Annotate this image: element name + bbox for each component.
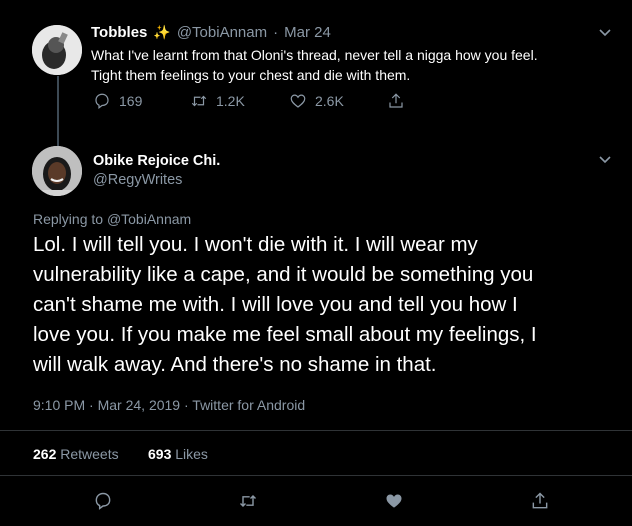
- tweet-text-line: will walk away. And there's no shame in …: [33, 353, 437, 376]
- tweet-time[interactable]: 9:10 PM: [33, 397, 85, 413]
- share-icon: [389, 93, 403, 108]
- retweet-icon: [239, 494, 257, 508]
- retweets-stat[interactable]: 262 Retweets: [33, 446, 119, 462]
- likes-count: 693: [148, 446, 172, 462]
- divider: [0, 475, 632, 476]
- sparkles-icon: ✨: [153, 24, 171, 40]
- retweets-label: Retweets: [60, 446, 119, 462]
- parent-text-line: Tight them feelings to your chest and di…: [91, 67, 411, 83]
- tweet-date[interactable]: Mar 24, 2019: [98, 397, 181, 413]
- main-tweet-text: Lol. I will tell you. I won't die with i…: [33, 230, 623, 380]
- main-chevron-down-icon[interactable]: [598, 152, 612, 171]
- timestamp-dot: ·: [89, 397, 94, 413]
- main-reply-button[interactable]: [93, 491, 113, 516]
- main-retweet-button[interactable]: [238, 491, 258, 516]
- divider: [0, 430, 632, 431]
- parent-chevron-down-icon[interactable]: [598, 25, 612, 44]
- tweet-source[interactable]: Twitter for Android: [192, 397, 305, 413]
- likes-stat[interactable]: 693 Likes: [148, 446, 208, 462]
- reply-count: 169: [119, 93, 143, 109]
- parent-header: Tobbles ✨ @TobiAnnam · Mar 24: [91, 24, 331, 41]
- main-author-handle[interactable]: @RegyWrites: [93, 172, 182, 188]
- parent-avatar[interactable]: [32, 25, 82, 75]
- reply-icon: [95, 492, 111, 510]
- like-icon: [290, 94, 306, 108]
- like-icon: [386, 494, 402, 508]
- like-count: 2.6K: [315, 93, 344, 109]
- retweet-count: 1.2K: [216, 93, 245, 109]
- reply-icon: [95, 93, 109, 109]
- share-button[interactable]: [387, 92, 405, 110]
- share-icon: [532, 492, 548, 509]
- thread-connector-line: [57, 76, 59, 146]
- retweet-button[interactable]: 1.2K: [190, 92, 245, 110]
- tweet-text-line: Lol. I will tell you. I won't die with i…: [33, 233, 478, 256]
- tweet-timestamp-row: 9:10 PM · Mar 24, 2019 · Twitter for And…: [33, 397, 305, 413]
- retweet-icon: [191, 95, 207, 107]
- main-like-button[interactable]: [384, 491, 404, 516]
- replying-to-handle[interactable]: @TobiAnnam: [107, 211, 191, 227]
- reply-button[interactable]: 169: [93, 92, 142, 110]
- tweet-text-line: can't shame me with. I will love you and…: [33, 293, 518, 316]
- tweet-text-line: love you. If you make me feel small abou…: [33, 323, 537, 346]
- main-share-button[interactable]: [530, 491, 550, 516]
- retweets-count: 262: [33, 446, 57, 462]
- tweet-text-line: vulnerability like a cape, and it would …: [33, 263, 534, 286]
- parent-separator: ·: [273, 24, 279, 41]
- main-author-name[interactable]: Obike Rejoice Chi.: [93, 152, 220, 170]
- main-avatar[interactable]: [32, 146, 82, 196]
- main-author-name-text: Obike Rejoice Chi.: [93, 153, 221, 169]
- parent-text-line: What I've learnt from that Oloni's threa…: [91, 47, 538, 63]
- replying-to-prefix: Replying to: [33, 211, 104, 227]
- parent-tweet-text: What I've learnt from that Oloni's threa…: [91, 45, 621, 85]
- likes-label: Likes: [175, 446, 208, 462]
- like-button[interactable]: 2.6K: [289, 92, 344, 110]
- parent-date[interactable]: Mar 24: [284, 24, 331, 41]
- replying-to: Replying to @TobiAnnam: [33, 211, 191, 227]
- parent-author-name[interactable]: Tobbles: [91, 24, 147, 41]
- parent-author-handle[interactable]: @TobiAnnam: [177, 24, 267, 41]
- timestamp-dot: ·: [183, 397, 189, 413]
